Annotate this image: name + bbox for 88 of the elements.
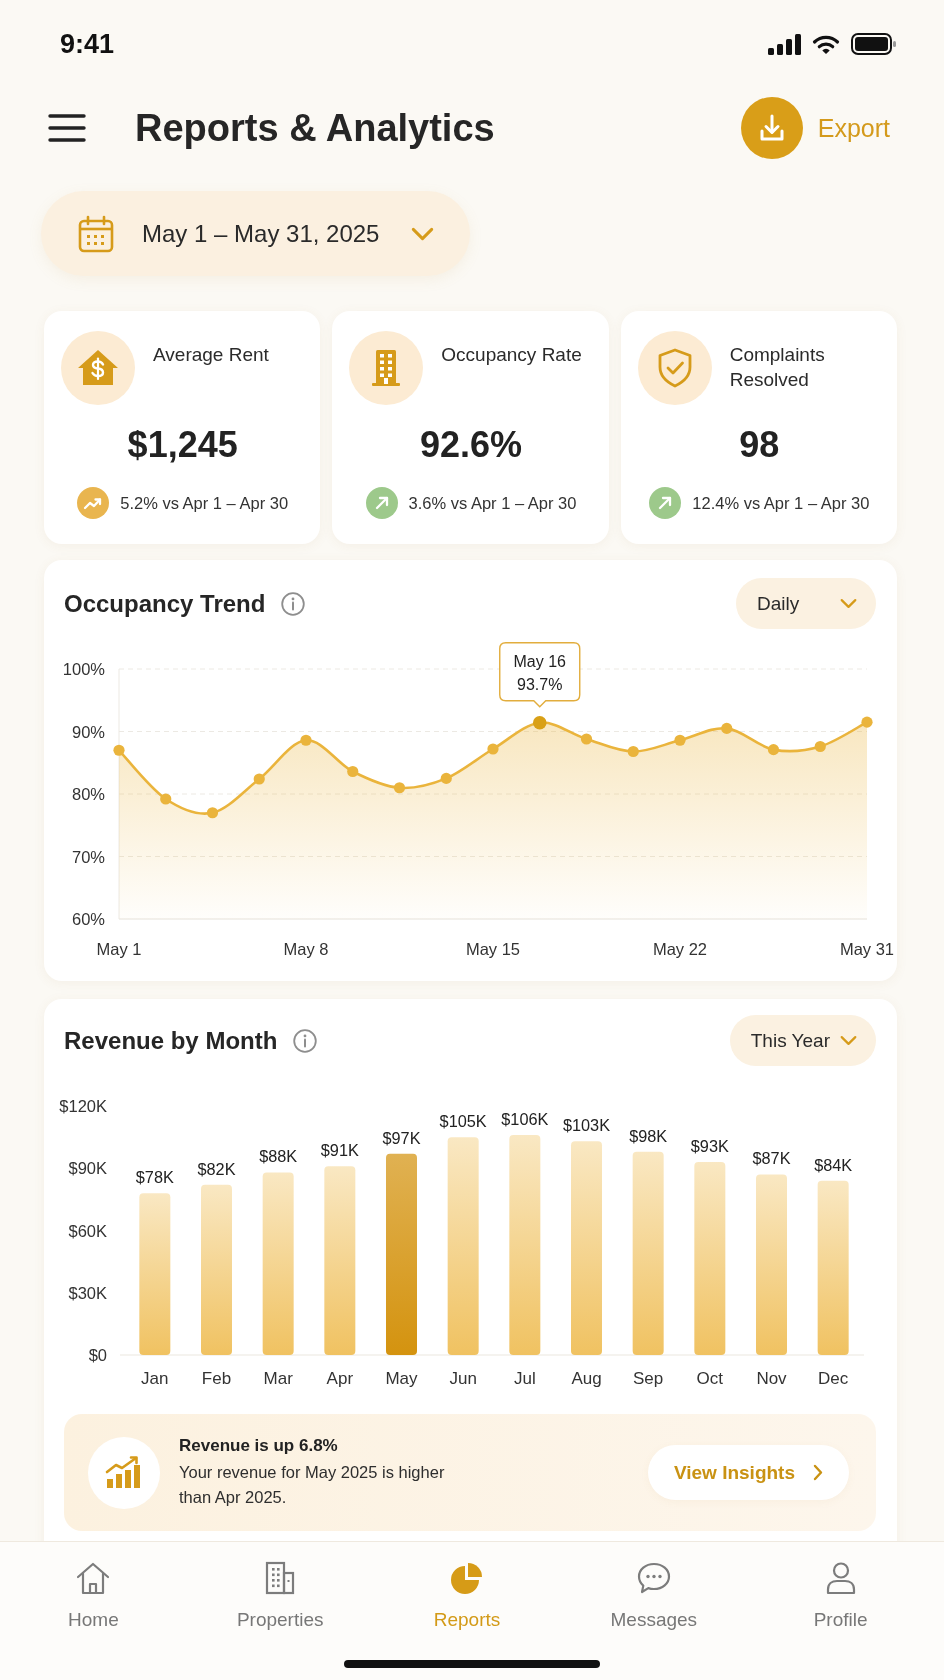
bar-value-label: $93K — [690, 1137, 729, 1156]
month-label: Oct — [696, 1369, 724, 1388]
bar-value-label: $82K — [197, 1159, 236, 1178]
x-axis-label: May 22 — [652, 940, 708, 958]
bar-value-label: $78K — [135, 1168, 174, 1187]
insight-title: Revenue is up 6.8% — [179, 1435, 339, 1457]
y-axis-label: 90% — [71, 722, 105, 741]
month-label: Nov — [756, 1369, 787, 1388]
pie-chart-icon — [449, 1561, 485, 1595]
status-time: 9:41 — [60, 28, 115, 60]
signal-icon — [768, 33, 801, 55]
kpi-label: Average Rent — [153, 343, 269, 367]
nav-item[interactable]: Reports — [433, 1561, 501, 1631]
kpi-value: $1,245 — [126, 425, 239, 465]
page-title: Reports & Analytics — [135, 106, 496, 150]
month-label: Aug — [571, 1369, 602, 1388]
kpi-change: 3.6% vs Apr 1 – Apr 30 — [408, 493, 577, 513]
x-axis-label: May 15 — [465, 940, 521, 958]
chat-bubble-icon — [635, 1561, 672, 1595]
chevron-down-icon — [411, 226, 435, 241]
x-axis-label: May 31 — [839, 940, 895, 958]
chevron-right-icon — [813, 1464, 823, 1481]
y-axis-label: $90K — [68, 1159, 107, 1178]
y-axis-label: $60K — [68, 1221, 107, 1240]
chevron-down-icon — [840, 1035, 857, 1046]
date-range-picker[interactable]: May 1 – May 31, 2025 — [41, 191, 471, 276]
trending-up-icon — [77, 487, 110, 519]
growth-chart-icon — [88, 1436, 160, 1509]
month-label: Jun — [449, 1369, 477, 1388]
month-label: May — [385, 1369, 418, 1388]
y-axis-label: $120K — [59, 1097, 107, 1115]
month-label: Dec — [818, 1369, 849, 1388]
period-dropdown[interactable]: Daily — [736, 578, 876, 629]
info-icon[interactable] — [281, 591, 306, 616]
month-label: Feb — [201, 1369, 232, 1388]
kpi-value: 92.6% — [418, 425, 524, 465]
arrow-up-right-icon — [365, 487, 398, 519]
y-axis-label: $30K — [68, 1283, 107, 1302]
bar-value-label: $98K — [629, 1126, 668, 1145]
period-dropdown[interactable]: This Year — [729, 1015, 876, 1066]
kpi-change: 5.2% vs Apr 1 – Apr 30 — [120, 493, 289, 513]
kpi-value: 98 — [738, 425, 781, 465]
y-axis-label: 70% — [71, 847, 105, 866]
calendar-icon — [78, 214, 114, 253]
nav-item[interactable]: Profile — [813, 1561, 868, 1631]
month-label: Apr — [326, 1369, 354, 1388]
export-button[interactable]: Export — [740, 97, 890, 159]
x-axis-label: May 1 — [96, 940, 142, 958]
view-insights-button[interactable]: View Insights — [647, 1445, 849, 1500]
bar-value-label: $106K — [501, 1110, 549, 1129]
bar-value-label: $91K — [320, 1141, 359, 1160]
kpi-label: Complaints Resolved — [729, 343, 826, 392]
arrow-up-right-icon — [649, 487, 682, 519]
y-axis-label: $0 — [88, 1346, 107, 1364]
card-title: Occupancy Trend — [64, 589, 266, 618]
chevron-down-icon — [840, 598, 857, 609]
nav-item[interactable]: Messages — [610, 1561, 698, 1631]
month-label: Sep — [633, 1369, 664, 1388]
kpi-label: Occupancy Rate — [441, 343, 582, 367]
bar-value-label: $84K — [814, 1155, 853, 1174]
shield-check-icon — [637, 331, 712, 405]
x-axis-label: May 8 — [283, 940, 329, 958]
insight-text: Your revenue for May 2025 is higher than Apr 2025. — [179, 1462, 446, 1508]
y-axis-label: 100% — [62, 660, 105, 678]
y-axis-label: 60% — [71, 910, 105, 928]
month-label: Jul — [513, 1369, 536, 1388]
month-label: Jan — [141, 1369, 169, 1388]
tooltip-text: May 16 — [513, 652, 566, 670]
nav-item[interactable]: Home — [68, 1561, 119, 1631]
bar-value-label: $87K — [752, 1149, 791, 1168]
tooltip-text: 93.7% — [517, 675, 563, 693]
nav-item[interactable]: Properties — [236, 1561, 324, 1631]
menu-icon[interactable] — [48, 114, 86, 142]
bar-value-label: $103K — [562, 1116, 611, 1135]
info-icon[interactable] — [293, 1028, 318, 1053]
download-icon — [740, 97, 803, 159]
card-title: Revenue by Month — [64, 1026, 278, 1055]
wifi-icon — [811, 33, 841, 55]
bar-value-label: $105K — [439, 1112, 487, 1131]
kpi-change: 12.4% vs Apr 1 – Apr 30 — [692, 493, 870, 513]
month-label: Mar — [263, 1369, 293, 1388]
house-dollar-icon — [61, 331, 135, 405]
bar-value-label: $97K — [382, 1128, 421, 1147]
y-axis-label: 80% — [71, 785, 105, 803]
building-icon — [349, 331, 424, 405]
battery-icon — [851, 33, 897, 55]
home-icon — [75, 1561, 112, 1595]
bar-value-label: $88K — [259, 1147, 298, 1166]
